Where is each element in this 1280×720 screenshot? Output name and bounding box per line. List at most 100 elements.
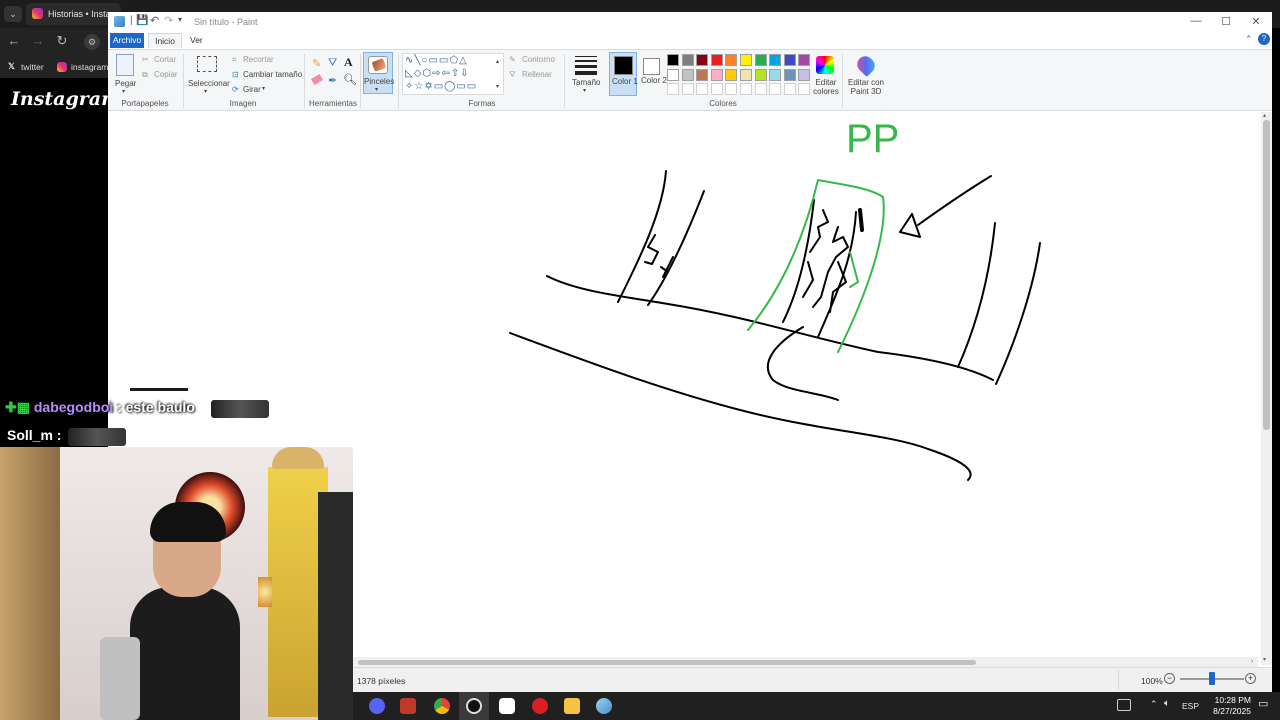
scroll-right-icon[interactable]: ›: [1251, 658, 1253, 665]
palette-swatch[interactable]: [710, 83, 723, 95]
scroll-down-icon[interactable]: ▾: [1263, 656, 1266, 663]
select-dropdown-icon[interactable]: ▾: [204, 88, 207, 95]
zoom-in-icon[interactable]: +: [1245, 673, 1256, 684]
palette-swatch[interactable]: [798, 54, 811, 66]
cut-button[interactable]: Cortar: [154, 55, 176, 64]
palette-swatch[interactable]: [667, 54, 679, 66]
tab-view[interactable]: Ver: [190, 33, 203, 48]
palette-swatch[interactable]: [696, 68, 709, 81]
instagram-logo[interactable]: Instagram: [11, 88, 121, 110]
shapes-more-icon[interactable]: ▾: [496, 83, 499, 90]
palette-swatch[interactable]: [769, 54, 782, 66]
rotate-dropdown-icon[interactable]: ▾: [262, 85, 265, 92]
palette-swatch[interactable]: [740, 83, 752, 95]
opera-icon[interactable]: [532, 698, 548, 714]
file-explorer-icon[interactable]: [564, 698, 580, 714]
rotate-button[interactable]: Girar: [243, 85, 261, 94]
palette-swatch[interactable]: [681, 54, 694, 66]
reload-icon[interactable]: ↻: [55, 33, 69, 49]
edit-colors-icon: [816, 56, 834, 74]
forward-icon[interactable]: →: [31, 33, 45, 48]
palette-swatch[interactable]: [725, 83, 738, 95]
obs-icon[interactable]: [466, 698, 482, 714]
tab-list-button[interactable]: ⌄: [4, 6, 22, 22]
paint-taskbar-icon[interactable]: [596, 698, 612, 714]
discord-icon[interactable]: [369, 698, 385, 714]
pencil-icon[interactable]: ✎: [312, 57, 321, 70]
palette-swatch[interactable]: [769, 83, 782, 95]
capcut-icon[interactable]: [499, 698, 515, 714]
customize-toolbar-icon[interactable]: ▾: [178, 15, 182, 24]
palette-swatch[interactable]: [667, 83, 679, 95]
select-button[interactable]: Seleccionar: [188, 79, 230, 88]
palette-swatch[interactable]: [710, 54, 723, 66]
palette-swatch[interactable]: [783, 54, 796, 66]
magnifier-icon[interactable]: 🔍︎: [343, 73, 357, 86]
shapes-scroll-up-icon[interactable]: ▴: [496, 58, 499, 65]
back-icon[interactable]: ←: [7, 33, 21, 48]
palette-swatch[interactable]: [696, 83, 709, 95]
outline-button[interactable]: Contorno: [522, 55, 555, 64]
zoom-slider-thumb[interactable]: [1209, 672, 1215, 685]
palette-swatch[interactable]: [754, 83, 767, 95]
collapse-ribbon-icon[interactable]: ⌃: [1245, 34, 1253, 45]
save-icon[interactable]: 💾: [136, 15, 148, 26]
zoom-out-icon[interactable]: −: [1164, 673, 1175, 684]
keyboard-icon[interactable]: [1117, 699, 1131, 711]
paste-button[interactable]: Pegar: [115, 79, 136, 88]
tab-home[interactable]: Inicio: [148, 33, 182, 48]
chrome-icon[interactable]: [434, 698, 450, 714]
palette-swatch[interactable]: [740, 54, 752, 66]
chevron-up-icon[interactable]: ⌃: [1150, 699, 1158, 710]
fill-bucket-icon[interactable]: ⛛: [328, 57, 337, 70]
text-tool-icon[interactable]: A: [344, 55, 353, 70]
bookmark-twitter[interactable]: twitter: [21, 62, 44, 72]
palette-swatch[interactable]: [754, 68, 767, 81]
palette-swatch[interactable]: [783, 83, 796, 95]
edit-paint3d-button[interactable]: Editar con Paint 3D: [843, 78, 889, 96]
color-picker-icon[interactable]: ✒: [328, 74, 337, 87]
palette-swatch[interactable]: [667, 68, 679, 81]
palette-swatch[interactable]: [725, 54, 738, 66]
scroll-up-icon[interactable]: ▴: [1263, 112, 1266, 119]
crop-button[interactable]: Recortar: [243, 55, 274, 64]
redo-icon[interactable]: ↷: [164, 14, 173, 27]
edit-colors-button[interactable]: Editar colores: [808, 78, 844, 96]
bookmark-instagram[interactable]: instagram: [71, 62, 108, 72]
palette-swatch[interactable]: [681, 83, 694, 95]
eraser-icon[interactable]: [310, 73, 324, 86]
fill-button[interactable]: Rellenar: [522, 70, 552, 79]
undo-icon[interactable]: ↶: [150, 14, 159, 27]
color1-button[interactable]: Color 1: [609, 52, 638, 96]
help-icon[interactable]: ?: [1258, 33, 1270, 45]
palette-swatch[interactable]: [783, 68, 796, 81]
menu-file[interactable]: Archivo: [110, 33, 144, 48]
site-info-icon[interactable]: ⚙: [84, 34, 100, 50]
close-icon[interactable]: ✕: [1241, 15, 1271, 28]
shapes-gallery[interactable]: ∿╲○▭▭⬠△ ◺◇⬡⇨⇦⇧⇩ ✧☆✡▭◯▭▭: [402, 53, 504, 95]
minimize-icon[interactable]: —: [1181, 15, 1211, 27]
copy-button[interactable]: Copiar: [154, 70, 178, 79]
notifications-icon[interactable]: ▭: [1258, 697, 1268, 710]
palette-swatch[interactable]: [696, 54, 709, 66]
palette-swatch[interactable]: [740, 68, 752, 81]
clock[interactable]: 10:28 PM 8/27/2025: [1201, 695, 1251, 717]
palette-swatch[interactable]: [710, 68, 723, 81]
divider: [398, 54, 399, 108]
horizontal-scroll-thumb[interactable]: [358, 660, 976, 665]
size-button[interactable]: Tamaño: [572, 78, 600, 87]
vertical-scroll-thumb[interactable]: [1263, 120, 1270, 430]
palette-swatch[interactable]: [725, 68, 738, 81]
palette-swatch[interactable]: [681, 68, 694, 81]
palette-swatch[interactable]: [769, 68, 782, 81]
color2-button[interactable]: Color 2: [639, 52, 667, 96]
video-app-icon[interactable]: [400, 698, 416, 714]
size-dropdown-icon[interactable]: ▾: [583, 87, 586, 94]
volume-icon[interactable]: 🔈︎: [1164, 698, 1170, 709]
brushes-button[interactable]: Pinceles ▾: [363, 52, 394, 94]
maximize-icon[interactable]: ☐: [1211, 15, 1241, 28]
language-indicator[interactable]: ESP: [1182, 701, 1199, 711]
paste-dropdown-icon[interactable]: ▾: [122, 88, 125, 95]
palette-swatch[interactable]: [754, 54, 767, 66]
resize-button[interactable]: Cambiar tamaño: [243, 70, 302, 79]
